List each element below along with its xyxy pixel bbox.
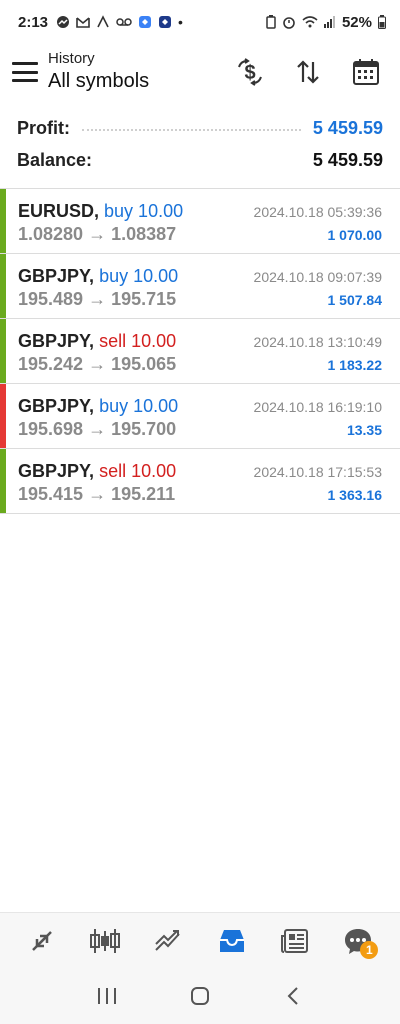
trade-prices: 195.242 → 195.065 [18, 354, 177, 374]
trade-prices: 195.489 → 195.715 [18, 289, 177, 309]
trade-profit: 1 507.84 [327, 292, 383, 308]
news-icon[interactable] [275, 921, 315, 961]
balance-value: 5 459.59 [312, 149, 383, 170]
trade-symbol: GBPJPY, [18, 396, 95, 416]
trade-prices: 195.415 → 195.211 [18, 484, 176, 504]
trade-side: buy 10.00 [99, 266, 179, 286]
app-header: History All symbols $ [0, 44, 400, 100]
trade-title: EURUSD, buy 10.00 [18, 201, 183, 222]
battery-icon [378, 15, 386, 29]
currency-swap-icon[interactable]: $ [234, 56, 266, 88]
trade-symbol: GBPJPY, [18, 461, 95, 481]
gmail-icon [76, 17, 90, 28]
chart-icon[interactable] [85, 921, 125, 961]
trade-title: GBPJPY, sell 10.00 [18, 331, 176, 352]
trade-profit: 1 363.16 [327, 487, 383, 503]
trade-icon[interactable] [148, 921, 188, 961]
trade-symbol: GBPJPY, [18, 266, 95, 286]
status-time: 2:13 [18, 13, 49, 31]
app-icon [97, 15, 109, 28]
trade-time: 2024.10.18 09:07:39 [253, 269, 382, 285]
trade-time: 2024.10.18 13:10:49 [253, 334, 382, 350]
header-titles: History All symbols [48, 50, 149, 94]
trade-prices: 195.698 → 195.700 [18, 419, 177, 439]
sort-icon[interactable] [292, 56, 324, 88]
trade-side: buy 10.00 [99, 396, 179, 416]
quotes-icon[interactable] [22, 921, 62, 961]
home-icon[interactable] [180, 976, 220, 1016]
profit-label: Profit: [17, 117, 70, 138]
result-color-bar [0, 384, 6, 448]
trade-row[interactable]: GBPJPY, sell 10.00 195.415 → 195.211 2024.… [0, 449, 400, 514]
trade-title: GBPJPY, buy 10.00 [18, 266, 178, 287]
trade-row[interactable]: GBPJPY, sell 10.00 195.242 → 195.065 2024.… [0, 319, 400, 384]
alarm-icon [283, 17, 295, 29]
battery-saver-icon [266, 15, 276, 29]
account-summary: Profit: 5 459.59 Balance: 5 459.59 [0, 112, 400, 176]
trade-symbol: EURUSD, [18, 201, 100, 221]
menu-icon[interactable] [12, 62, 38, 82]
signal-icon [323, 16, 335, 28]
notification-icons: • [56, 14, 183, 30]
trade-time: 2024.10.18 16:19:10 [253, 399, 382, 415]
trade-title: GBPJPY, buy 10.00 [18, 396, 178, 417]
system-navigation [0, 968, 400, 1024]
trade-profit: 1 070.00 [327, 227, 383, 243]
trade-row[interactable]: GBPJPY, buy 10.00 195.489 → 195.715 2024.1… [0, 254, 400, 319]
result-color-bar [0, 449, 6, 513]
balance-label: Balance: [17, 149, 93, 170]
trade-list: EURUSD, buy 10.00 1.08280 → 1.08387 2024.1… [0, 189, 400, 514]
history-icon[interactable] [212, 921, 252, 961]
profit-value: 5 459.59 [312, 117, 383, 138]
page-title[interactable]: All symbols [48, 68, 149, 94]
status-bar: 2:13 • 52% [0, 0, 400, 44]
messenger-icon [57, 16, 70, 28]
header-subtitle: History [48, 50, 95, 67]
trade-title: GBPJPY, sell 10.00 [18, 461, 176, 482]
result-color-bar [0, 319, 6, 383]
profit-row: Profit: 5 459.59 [0, 112, 400, 144]
app3-icon [159, 16, 172, 28]
trade-side: buy 10.00 [104, 201, 184, 221]
trade-prices: 1.08280 → 1.08387 [18, 224, 177, 244]
balance-row: Balance: 5 459.59 [0, 144, 400, 176]
recent-apps-icon[interactable] [87, 976, 127, 1016]
result-color-bar [0, 189, 6, 253]
back-icon[interactable] [273, 976, 313, 1016]
result-color-bar [0, 254, 6, 318]
battery-percent: 52% [341, 13, 372, 31]
more-dot-icon: • [178, 14, 183, 30]
trade-row[interactable]: GBPJPY, buy 10.00 195.698 → 195.700 2024.1… [0, 384, 400, 449]
notification-badge: 1 [360, 940, 379, 959]
app2-icon [139, 16, 152, 28]
trade-profit: 13.35 [346, 422, 382, 438]
bottom-navigation: 1 [0, 912, 400, 968]
trade-time: 2024.10.18 17:15:53 [253, 464, 382, 480]
trade-side: sell 10.00 [99, 331, 177, 351]
trade-time: 2024.10.18 05:39:36 [253, 204, 382, 220]
trade-row[interactable]: EURUSD, buy 10.00 1.08280 → 1.08387 2024.1… [0, 189, 400, 254]
voicemail-icon [116, 18, 132, 26]
trade-profit: 1 183.22 [327, 357, 383, 373]
dotted-leader [82, 129, 301, 131]
calendar-icon[interactable] [350, 56, 382, 88]
wifi-icon [302, 16, 318, 28]
trade-symbol: GBPJPY, [18, 331, 95, 351]
messages-icon[interactable]: 1 [338, 921, 379, 961]
trade-side: sell 10.00 [99, 461, 177, 481]
